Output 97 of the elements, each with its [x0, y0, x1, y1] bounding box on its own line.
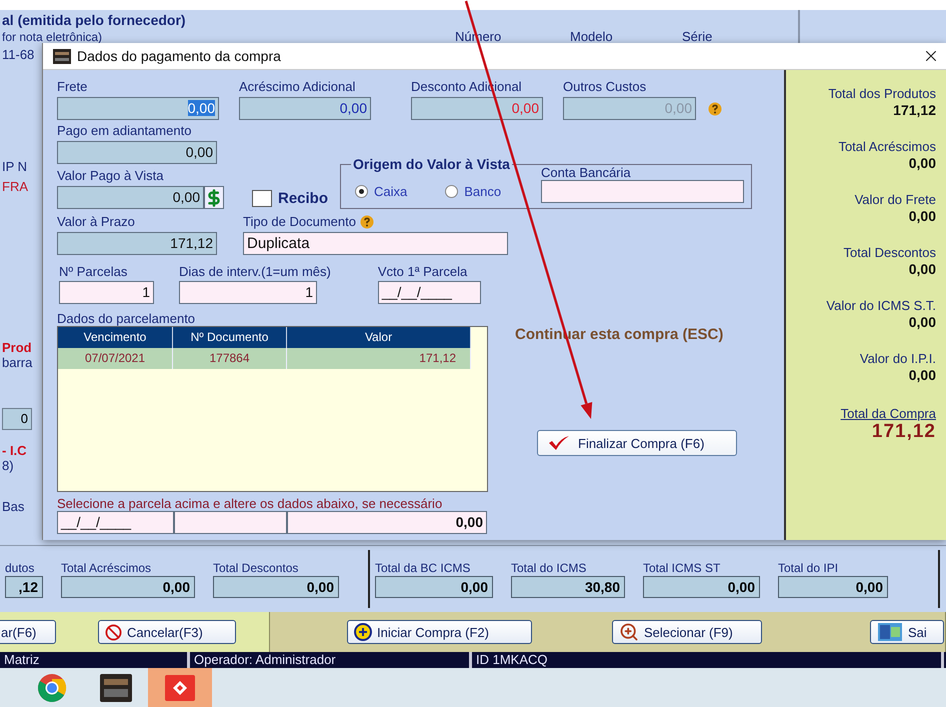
field-label: Valor Pago à Vista [57, 168, 164, 183]
document-field[interactable] [174, 511, 287, 534]
value-field[interactable]: 0,00 [57, 141, 217, 164]
value-field[interactable]: 0,00 [57, 186, 204, 209]
magnifier-icon [619, 622, 639, 642]
toolbar-button[interactable]: ar(F6) [0, 620, 56, 644]
help-icon [708, 102, 722, 116]
section-title: al (emitida pelo fornecedor) [2, 12, 187, 29]
field-label: Valor à Prazo [57, 214, 135, 229]
checkbox[interactable] [252, 190, 272, 207]
summary-label: Valor do Frete [854, 192, 936, 208]
summary-value: 171,12 [872, 422, 936, 442]
label-text: barra [2, 356, 34, 370]
total-label: Total do ICMS [511, 560, 588, 576]
column-label: Modelo [570, 29, 614, 45]
table-cell: 177864 [173, 348, 287, 369]
radio-label: Banco [464, 184, 502, 199]
number-field[interactable]: 1 [59, 281, 154, 304]
label-text: IP N [2, 160, 28, 174]
document-type-field[interactable]: Duplicata [243, 232, 508, 255]
field-label: Conta Bancária [541, 165, 631, 180]
dollar-icon[interactable] [204, 186, 224, 209]
label-text: FRA [2, 180, 29, 194]
label-text: Prod [2, 341, 33, 355]
summary-value: 0,00 [908, 155, 936, 171]
total-label: dutos [5, 560, 36, 576]
hint-text: Selecione a parcela acima e altere os dados abaixo, se necessário [57, 496, 444, 511]
field-label: Nº Parcelas [59, 264, 128, 279]
summary-label: Total Descontos [844, 245, 936, 261]
radio-button[interactable] [355, 185, 368, 198]
value-field[interactable]: 0,00 [287, 511, 487, 534]
radio-button[interactable] [445, 185, 458, 198]
app-icon[interactable] [99, 672, 133, 702]
checkbox-label: Recibo [278, 190, 328, 207]
total-field: 0,00 [778, 576, 888, 598]
table-row[interactable]: 07/07/2021 177864 171,12 [58, 348, 471, 369]
label-text: 8) [2, 459, 15, 473]
summary-value: 0,00 [908, 314, 936, 330]
summary-value: 0,00 [908, 261, 936, 277]
summary-label: Total Acréscimos [838, 139, 936, 155]
cancel-icon [105, 624, 122, 640]
field-label: Dias de interv.(1=um mês) [179, 264, 331, 279]
group-title: Origem do Valor à Vista [351, 156, 512, 172]
checkmark-icon [548, 435, 570, 451]
finish-button[interactable]: Finalizar Compra (F6) [537, 430, 737, 456]
field-label: Frete [57, 79, 88, 94]
total-field: 0,00 [643, 576, 760, 598]
toolbar-button[interactable]: Sai [870, 620, 944, 644]
value-field[interactable]: 0,00 [239, 97, 371, 120]
radio-label: Caixa [374, 184, 408, 199]
total-field: 0,00 [61, 576, 195, 598]
date-field[interactable]: __/__/____ [378, 281, 481, 304]
door-icon [877, 622, 903, 642]
toolbar-button[interactable]: Selecionar (F9) [612, 620, 762, 644]
label-text: - I.C [2, 444, 28, 458]
label-text: Bas [2, 500, 26, 514]
column-label: Série [682, 29, 714, 45]
summary-value: 0,00 [908, 367, 936, 383]
summary-value: 171,12 [893, 102, 936, 118]
total-label: Total Acréscimos [61, 560, 152, 576]
field-label: Acréscimo Adicional [239, 79, 356, 94]
total-field: 0,00 [375, 576, 493, 598]
field-label: Dados do parcelamento [57, 311, 196, 326]
plus-circle-icon [354, 623, 372, 641]
bank-account-field[interactable] [541, 180, 744, 203]
window-title: Dados do pagamento da compra [77, 48, 282, 64]
number-field[interactable]: 1 [179, 281, 317, 304]
value-field: 0 [2, 408, 32, 430]
total-field: ,12 [5, 576, 43, 598]
window-icon [53, 48, 71, 64]
help-icon [360, 214, 374, 228]
field-label: Tipo de Documento [243, 214, 356, 229]
summary-label: Total da Compra [840, 406, 936, 422]
date-field[interactable]: __/__/____ [57, 511, 174, 534]
total-label: Total da BC ICMS [375, 560, 472, 576]
section-subtitle: for nota eletrônica) [2, 29, 104, 45]
label-text: 11-68 [2, 48, 36, 62]
total-label: Total Descontos [213, 560, 300, 576]
total-field: 30,80 [511, 576, 625, 598]
summary-value: 0,00 [908, 208, 936, 224]
summary-label: Valor do ICMS S.T. [826, 298, 936, 314]
toolbar-button[interactable]: Cancelar(F3) [98, 620, 236, 644]
field-label: Vcto 1ª Parcela [378, 264, 468, 279]
summary-label: Valor do I.P.I. [860, 351, 936, 367]
field-label: Outros Custos [563, 79, 646, 94]
toolbar-button[interactable]: Iniciar Compra (F2) [347, 620, 532, 644]
value-field[interactable]: 0,00 [57, 97, 219, 120]
total-label: Total do IPI [778, 560, 840, 576]
total-label: Total ICMS ST [643, 560, 722, 576]
field-label: Pago em adiantamento [57, 123, 192, 138]
browser-icon[interactable] [37, 672, 67, 702]
remote-icon[interactable] [164, 674, 196, 702]
table-cell: 171,12 [287, 348, 471, 369]
total-field: 0,00 [213, 576, 339, 598]
summary-label: Total dos Produtos [828, 86, 936, 102]
table-cell: 07/07/2021 [58, 348, 173, 369]
value-field[interactable]: 171,12 [57, 232, 217, 255]
